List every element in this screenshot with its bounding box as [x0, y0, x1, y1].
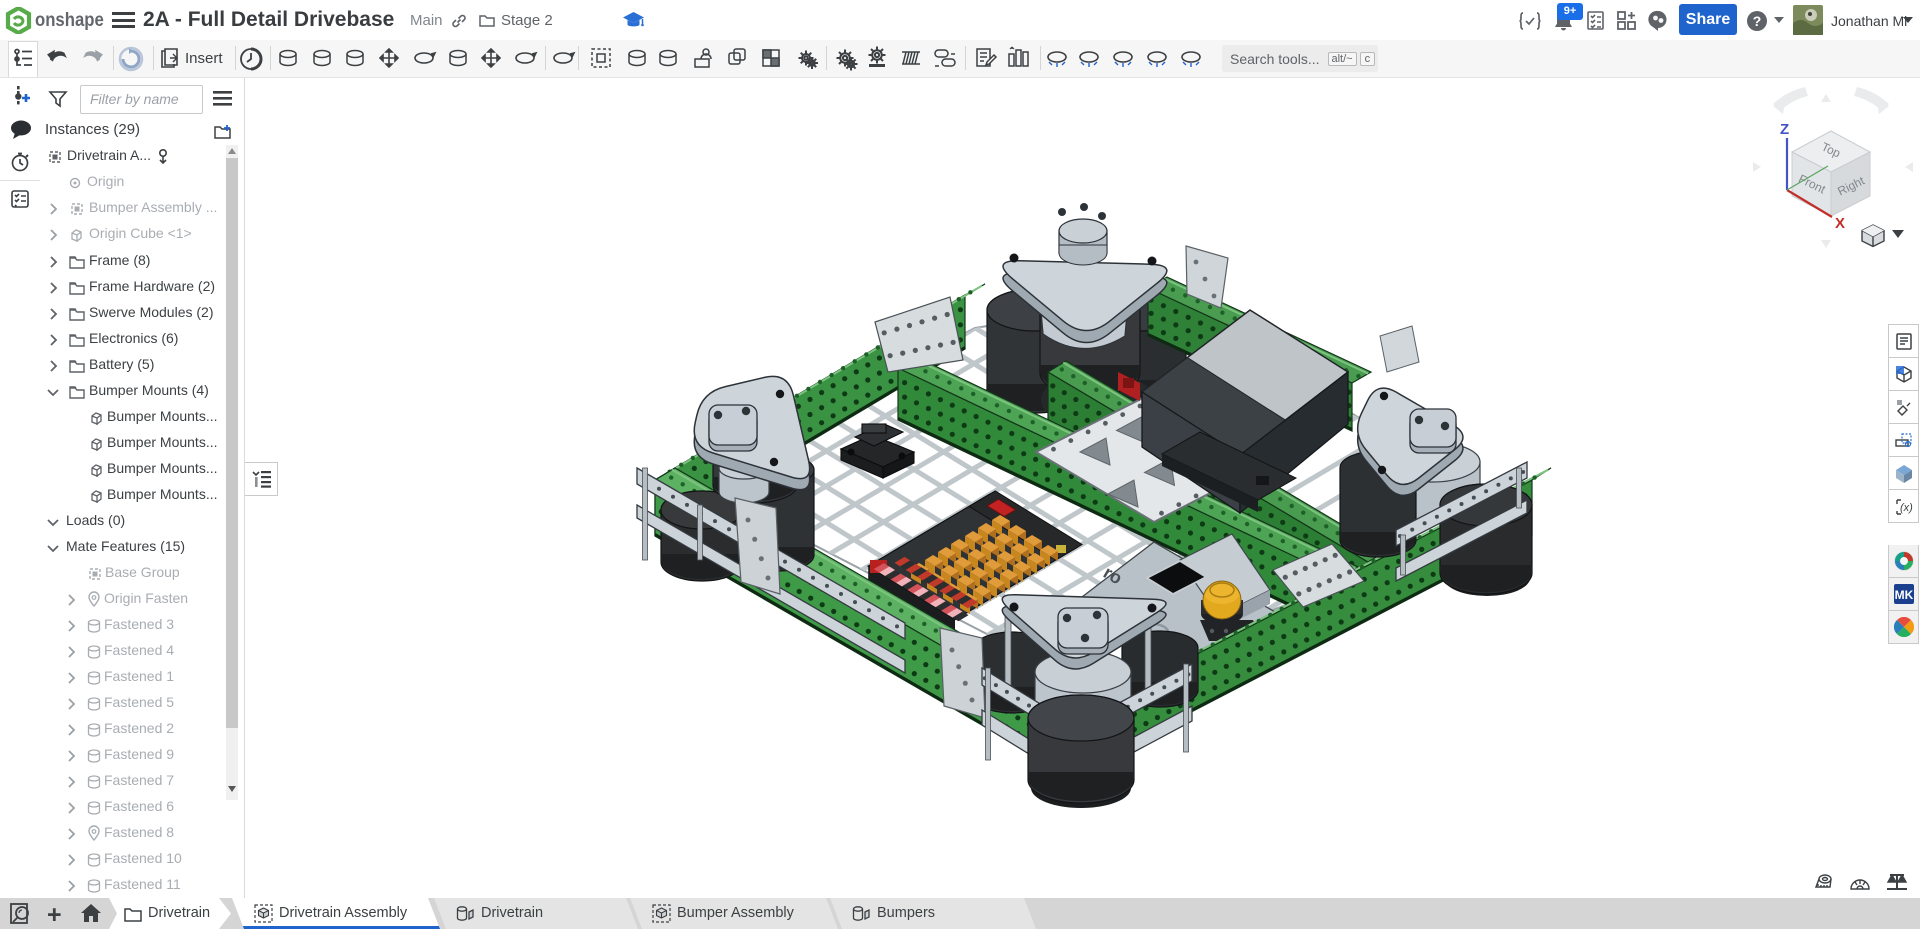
- svg-text:MK: MK: [1894, 588, 1913, 602]
- svg-text:X: X: [1835, 215, 1845, 232]
- svg-text:(x): (x): [1900, 502, 1913, 514]
- svg-text:Z: Z: [1780, 121, 1789, 138]
